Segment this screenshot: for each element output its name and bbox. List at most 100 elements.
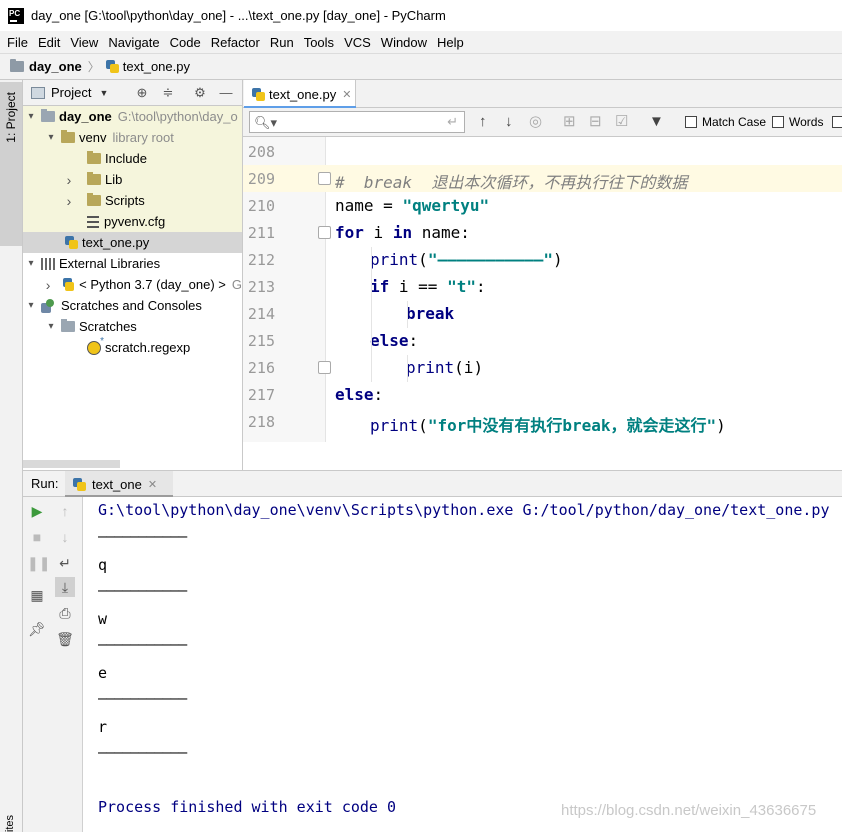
chevron-right-icon[interactable]: › xyxy=(63,172,75,188)
pause-icon[interactable]: ❚❚ xyxy=(27,553,50,573)
down-arrow-icon[interactable]: ↓ xyxy=(55,527,75,547)
chevron-down-icon[interactable]: ▾ xyxy=(25,300,37,311)
folder-icon xyxy=(41,109,55,122)
tree-item-text-one-py[interactable]: text_one.py xyxy=(23,232,242,253)
indent-guide xyxy=(407,301,408,328)
line-number: 213 xyxy=(247,278,275,296)
gear-icon[interactable]: ⚙ xyxy=(193,86,207,100)
chevron-down-icon[interactable]: ▾ xyxy=(45,132,57,143)
python-run-icon xyxy=(73,477,86,491)
newline-icon[interactable]: ↵ xyxy=(447,114,458,130)
menu-refactor[interactable]: Refactor xyxy=(206,35,265,50)
tab-text-one-py[interactable]: text_one.py ✕ xyxy=(244,80,356,109)
fold-marker-icon[interactable] xyxy=(318,226,331,239)
next-occurrence-icon[interactable]: ↓ xyxy=(505,114,513,130)
regex-checkbox[interactable] xyxy=(832,116,842,128)
run-tab-text-one[interactable]: text_one ✕ xyxy=(65,471,173,498)
tree-item-label: External Libraries xyxy=(59,256,161,271)
tree-item-day-one[interactable]: ▾ day_one G:\tool\python\day_o xyxy=(23,106,242,127)
find-all-icon[interactable]: ◎ xyxy=(529,114,542,130)
folder-icon xyxy=(87,193,101,206)
tree-item-include[interactable]: Include xyxy=(23,148,242,169)
console-output-line: r xyxy=(98,718,108,736)
code-text: if i == "t": xyxy=(370,277,486,296)
menu-run[interactable]: Run xyxy=(265,35,299,50)
code-text: else: xyxy=(370,331,419,350)
tree-item-scratches[interactable]: ▾ Scratches xyxy=(23,316,242,337)
chevron-down-icon[interactable]: ▾ xyxy=(25,111,37,122)
tree-item-label: text_one.py xyxy=(82,235,150,250)
breadcrumb-file[interactable]: text_one.py xyxy=(123,59,190,74)
pin-icon[interactable]: 📌︎ xyxy=(27,619,47,639)
fold-marker-icon[interactable] xyxy=(318,361,331,374)
close-icon[interactable]: ✕ xyxy=(342,88,351,101)
menu-vcs[interactable]: VCS xyxy=(339,35,376,50)
tree-item-venv[interactable]: ▾ venv library root xyxy=(23,127,242,148)
search-input[interactable]: 🔍︎▾ ↵ xyxy=(249,111,465,133)
line-number: 208 xyxy=(247,143,275,161)
chevron-right-icon[interactable]: › xyxy=(43,277,53,293)
fold-marker-icon[interactable] xyxy=(318,172,331,185)
code-line: 209 # break 退出本次循环，不再执行往下的数据 xyxy=(243,165,842,192)
search-icon[interactable]: 🔍︎▾ xyxy=(254,115,277,131)
trash-icon[interactable]: 🗑︎ xyxy=(55,629,75,649)
filter-icon[interactable]: ▼ xyxy=(649,114,664,130)
print-icon[interactable]: ⎙ xyxy=(55,603,75,623)
chevron-down-icon[interactable]: ▾ xyxy=(45,321,57,332)
locate-file-icon[interactable]: ⊕ xyxy=(135,86,149,100)
stop-icon[interactable]: ■ xyxy=(27,527,47,547)
close-icon[interactable]: ✕ xyxy=(148,478,157,491)
code-editor[interactable]: 208 209 # break 退出本次循环，不再执行往下的数据 210 nam… xyxy=(243,137,842,442)
project-view-selector[interactable]: Project xyxy=(51,85,91,100)
line-number: 211 xyxy=(247,224,275,242)
menu-tools[interactable]: Tools xyxy=(299,35,339,50)
menu-view[interactable]: View xyxy=(65,35,103,50)
soft-wrap-icon[interactable]: ↵ xyxy=(55,553,75,573)
window-title: day_one [G:\tool\python\day_one] - ...\t… xyxy=(31,8,446,23)
line-number: 216 xyxy=(247,359,275,377)
chevron-down-icon[interactable]: ▼ xyxy=(99,88,108,98)
console-output-line: q xyxy=(98,556,108,574)
tree-item-scripts[interactable]: › Scripts xyxy=(23,190,242,211)
menu-help[interactable]: Help xyxy=(432,35,469,50)
scroll-to-end-icon[interactable]: ⤓ xyxy=(55,577,75,597)
chevron-right-icon[interactable]: › xyxy=(63,193,75,209)
previous-occurrence-icon[interactable]: ↑ xyxy=(479,114,487,130)
project-tool-tab[interactable]: 1: Project xyxy=(0,82,22,246)
tree-item-annotation: library root xyxy=(112,130,174,145)
up-arrow-icon[interactable]: ↑ xyxy=(55,501,75,521)
match-case-checkbox[interactable] xyxy=(685,116,697,128)
menu-edit[interactable]: Edit xyxy=(33,35,65,50)
breadcrumb-project[interactable]: day_one xyxy=(29,59,82,74)
rerun-icon[interactable]: ▶ xyxy=(27,501,47,521)
code-text: print("———————————") xyxy=(370,250,563,269)
library-icon xyxy=(41,257,55,270)
menu-window[interactable]: Window xyxy=(376,35,432,50)
tree-item-scratch-regexp[interactable]: scratch.regexp xyxy=(23,336,242,358)
code-comment: # break 退出本次循环，不再执行往下的数据 xyxy=(335,173,688,192)
tree-item-external-libraries[interactable]: ▾ External Libraries xyxy=(23,253,242,274)
tree-item-python-sdk[interactable]: › < Python 3.7 (day_one) > G xyxy=(23,274,242,295)
words-checkbox[interactable] xyxy=(772,116,784,128)
collapse-all-icon[interactable]: ≑ xyxy=(161,86,175,100)
tree-item-path: G xyxy=(231,277,242,292)
favorites-tool-tab[interactable]: ites xyxy=(4,815,16,832)
hide-panel-icon[interactable]: — xyxy=(219,86,233,100)
add-occurrence-icon[interactable]: ⊞ xyxy=(563,114,576,130)
tree-item-pyvenv-cfg[interactable]: pyvenv.cfg xyxy=(23,211,242,232)
run-console-output[interactable]: G:\tool\python\day_one\venv\Scripts\pyth… xyxy=(83,497,842,832)
menu-file[interactable]: File xyxy=(2,35,33,50)
console-output-line: ——————————— xyxy=(98,689,187,707)
menu-code[interactable]: Code xyxy=(165,35,206,50)
select-all-occurrences-icon[interactable]: ☑ xyxy=(615,114,628,130)
project-horizontal-scrollbar[interactable] xyxy=(23,460,120,468)
restore-layout-icon[interactable]: ▦ xyxy=(27,585,47,605)
navigation-bar: day_one 〉 text_one.py xyxy=(0,53,842,80)
menu-navigate[interactable]: Navigate xyxy=(103,35,164,50)
project-panel: Project ▼ ⊕ ≑ ⚙ — ▾ day_one G:\tool\pyth… xyxy=(23,80,243,470)
folder-icon xyxy=(10,59,24,72)
chevron-down-icon[interactable]: ▾ xyxy=(25,258,37,269)
remove-occurrence-icon[interactable]: ⊟ xyxy=(589,114,602,130)
tree-item-lib[interactable]: › Lib xyxy=(23,169,242,190)
tree-item-scratches-and-consoles[interactable]: ▾ Scratches and Consoles xyxy=(23,295,242,316)
